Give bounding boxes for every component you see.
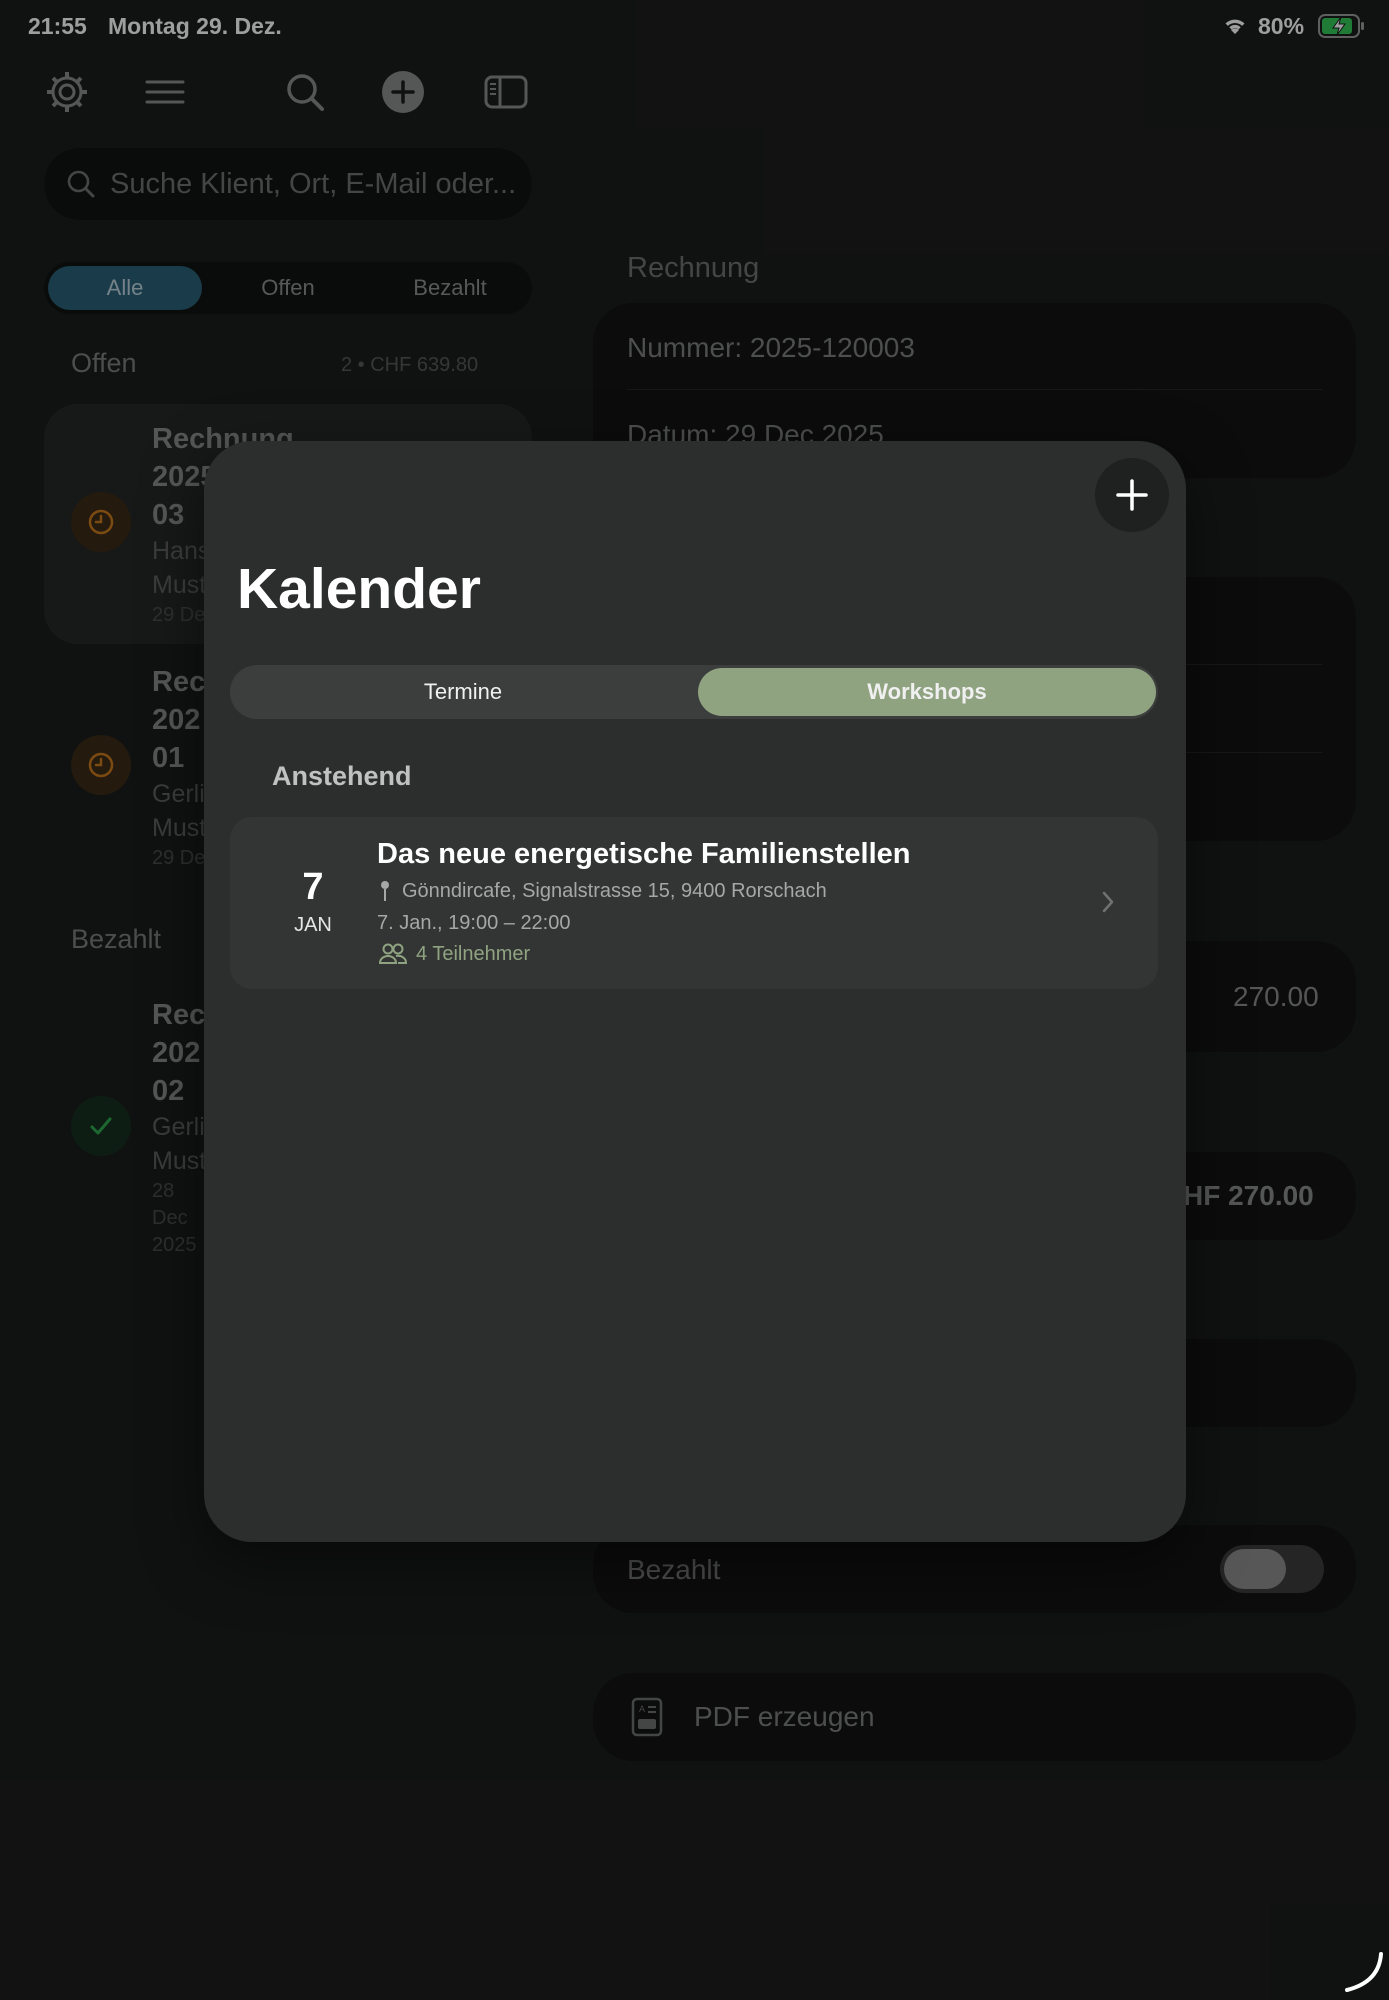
event-day: 7 xyxy=(302,866,324,908)
event-participants: 4 Teilnehmer xyxy=(416,943,531,965)
event-location: Gönndircafe, Signalstrasse 15, 9400 Rors… xyxy=(402,880,827,902)
open-section-meta: 2 • CHF 639.80 xyxy=(341,354,479,376)
invoice-client-line: Gerli xyxy=(152,1113,205,1141)
invoice-date: 29 De xyxy=(152,847,206,869)
filter-alle[interactable]: Alle xyxy=(48,262,202,314)
invoice-title-line: 01 xyxy=(152,742,185,774)
add-icon[interactable] xyxy=(379,68,427,116)
invoice-date-line: 28 xyxy=(152,1180,175,1202)
invoice-row-3[interactable]: Rec 202 02 Gerli Must 28 Dec 2025 xyxy=(152,996,206,1259)
wifi-icon xyxy=(1222,14,1248,41)
search-field-icon xyxy=(67,170,95,198)
invoice-date-line: 2025 xyxy=(152,1234,197,1256)
menu-icon[interactable] xyxy=(141,68,189,116)
pdf-document-icon: A xyxy=(631,1697,663,1742)
upcoming-section-title: Anstehend xyxy=(272,761,412,791)
invoice-client-line: Must xyxy=(152,814,207,842)
status-time: 21:55 xyxy=(28,13,87,39)
paid-toggle-label: Bezahlt xyxy=(627,1554,721,1585)
participants-icon xyxy=(378,943,408,970)
plus-icon xyxy=(1116,479,1148,511)
filter-bezahlt[interactable]: Bezahlt xyxy=(370,262,530,314)
event-title: Das neue energetische Familienstellen xyxy=(377,838,911,870)
total-amount: HF 270.00 xyxy=(1183,1180,1314,1211)
tab-termine[interactable]: Termine xyxy=(230,665,696,719)
invoice-client-line: Gerli xyxy=(152,780,205,808)
add-event-button[interactable] xyxy=(1095,458,1169,532)
search-icon[interactable] xyxy=(281,68,329,116)
invoice-title-line: Rec xyxy=(152,666,206,698)
settings-icon[interactable] xyxy=(43,68,91,116)
invoice-date-line: Dec xyxy=(152,1207,188,1229)
paid-toggle-knob xyxy=(1224,1549,1286,1589)
invoice-number[interactable]: Nummer: 2025-120003 xyxy=(627,332,915,364)
invoice-title-line: 202 xyxy=(152,704,201,736)
search-placeholder: Suche Klient, Ort, E-Mail oder... xyxy=(110,167,517,200)
search-input[interactable]: Suche Klient, Ort, E-Mail oder... xyxy=(44,148,532,220)
invoice-client-line: Must xyxy=(152,1147,207,1175)
pending-clock-icon xyxy=(71,735,131,795)
status-bar: 21:55 Montag 29. Dez. 80% xyxy=(0,0,1389,52)
svg-text:A: A xyxy=(639,1704,645,1714)
tab-workshops[interactable]: Workshops xyxy=(698,665,1156,719)
divider xyxy=(627,389,1322,390)
position-amount: 270.00 xyxy=(1233,981,1319,1012)
invoice-title-line: 02 xyxy=(152,1075,185,1107)
location-pin-icon xyxy=(378,880,392,907)
event-time: 7. Jan., 19:00 – 22:00 xyxy=(377,912,571,934)
corner-grabber-icon xyxy=(1341,1950,1385,1999)
sidebar-icon[interactable] xyxy=(482,68,530,116)
battery-percent: 80% xyxy=(1258,13,1305,39)
paid-section-title: Bezahlt xyxy=(71,924,162,954)
battery-charging-icon xyxy=(1318,14,1366,43)
chevron-right-icon xyxy=(1101,890,1115,919)
detail-section-title: Rechnung xyxy=(627,252,760,284)
invoice-title-line: Rec xyxy=(152,999,206,1031)
invoice-row-2[interactable]: Rec 202 01 Gerli Must 29 De xyxy=(152,663,206,872)
invoice-title-line: 202 xyxy=(152,1037,201,1069)
open-section-title: Offen xyxy=(71,348,137,378)
pdf-button-label: PDF erzeugen xyxy=(694,1701,875,1732)
filter-offen[interactable]: Offen xyxy=(208,262,368,314)
pending-clock-icon xyxy=(71,492,131,552)
sheet-title: Kalender xyxy=(237,557,481,621)
paid-check-icon xyxy=(71,1096,131,1156)
event-month: JAN xyxy=(294,914,332,936)
status-date: Montag 29. Dez. xyxy=(108,13,282,39)
